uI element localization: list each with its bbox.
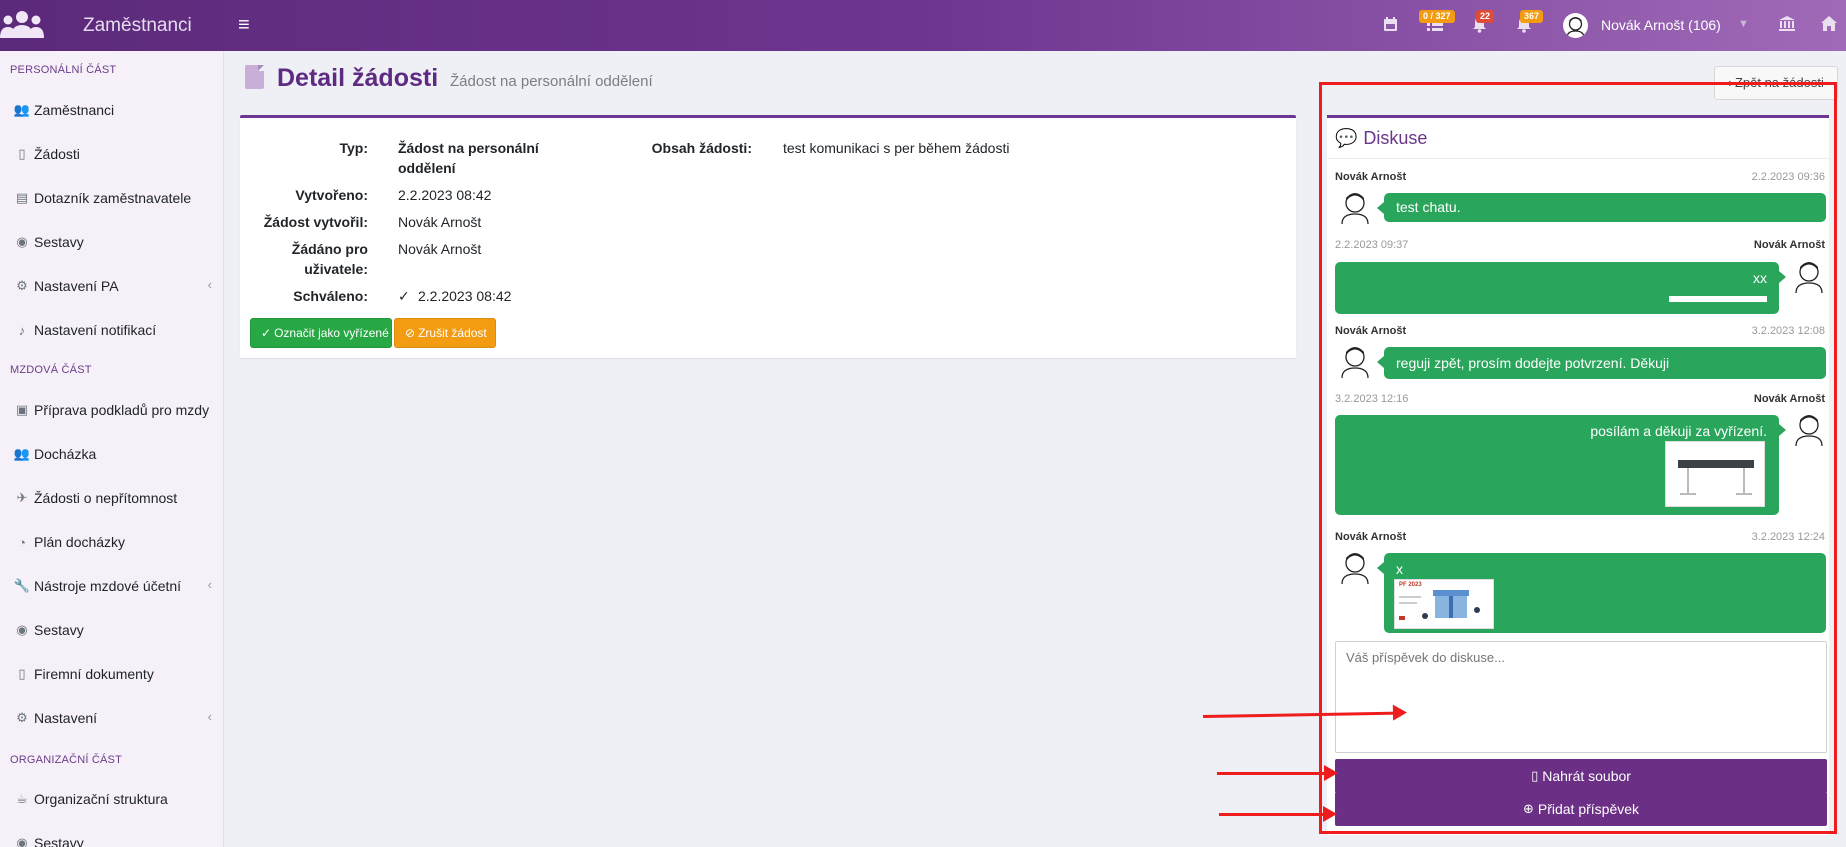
eye-icon: ◉ [16,835,28,847]
cogs-icon: ⚙ [16,710,28,725]
approved-value: 2.2.2023 08:42 [418,288,512,304]
requested-for-label-line2: uživatele: [304,261,368,277]
content-value: test komunikaci s per během žádosti [783,140,1010,156]
clock-icon: ◔ [18,534,26,550]
cancel-request-button[interactable]: ⊘ Zrušit žádost [394,318,496,348]
cancel-request-label: Zrušit žádost [418,326,487,340]
sidebar-item-nastaveni-pa[interactable]: ⚙ Nastavení PA ‹ [12,274,212,298]
chevron-left-icon: ‹ [207,709,212,724]
sidebar-item-label: Zaměstnanci [34,102,115,118]
request-detail-card: Typ: Žádost na personální oddělení Obsah… [240,115,1296,358]
brand-name[interactable]: Zaměstnanci [83,15,192,37]
approved-check-icon: ✓ [398,288,410,304]
coffee-icon: ☕ [16,791,28,806]
sidebar: PERSONÁLNÍ ČÁST 👥 Zaměstnanci ▯ Žádosti ▤ D… [0,51,224,847]
type-label: Typ: [339,140,368,156]
plane-icon: ✈ [16,490,28,505]
file-icon [245,65,264,89]
sidebar-section-org: ORGANIZAČNÍ ČÁST [10,754,122,766]
creator-label: Žádost vytvořil: [263,214,368,230]
alerts-badge: 367 [1520,10,1544,23]
chevron-left-icon: ‹ [207,277,212,292]
sidebar-item-label: Firemní dokumenty [34,666,154,682]
sidebar-item-dochazka[interactable]: 👥 Docházka [12,442,212,466]
sidebar-item-notifikace[interactable]: ♪ Nastavení notifikací [12,318,212,342]
page-subtitle: Žádost na personální oddělení [450,73,653,90]
sidebar-item-sestavy-mzdy[interactable]: ◉ Sestavy [12,618,212,642]
sidebar-item-zamestnanci[interactable]: 👥 Zaměstnanci [12,98,212,122]
sidebar-item-label: Dotazník zaměstnavatele [34,190,192,206]
chevron-left-icon: ‹ [207,577,212,592]
sidebar-section-payroll: MZDOVÁ ČÁST [10,364,92,376]
sidebar-item-label: Nástroje mzdové účetní [34,578,182,594]
sidebar-item-label: Sestavy [34,234,84,250]
file-icon: ▯ [18,666,26,681]
menu-toggle-icon[interactable]: ≡ [238,14,250,37]
institution-icon[interactable] [1778,15,1796,32]
sidebar-item-label: Organizační struktura [34,791,168,807]
created-value: 2.2.2023 08:42 [398,187,492,203]
bell-icon: ♪ [18,322,26,338]
check-icon: ✓ [261,326,272,340]
requested-for-value: Novák Arnošt [398,241,482,257]
sidebar-item-label: Nastavení PA [34,278,119,294]
type-value-line2: oddělení [398,160,456,176]
sidebar-item-nastaveni[interactable]: ⚙ Nastavení ‹ [12,706,212,730]
sidebar-item-nastroje[interactable]: 🔧 Nástroje mzdové účetní ‹ [12,574,212,598]
sidebar-item-sestavy[interactable]: ◉ Sestavy [12,230,212,254]
cogs-icon: ⚙ [16,278,28,293]
type-value-line1: Žádost na personální [398,140,539,156]
page-title: Detail žádosti [277,64,439,92]
sidebar-item-label: Plán docházky [34,534,126,550]
users-icon: 👥 [13,102,31,117]
user-avatar[interactable] [1563,13,1588,38]
annotation-frame [1319,82,1837,834]
sidebar-item-zadosti[interactable]: ▯ Žádosti [12,142,212,166]
mark-resolved-label: Označit jako vyřízené [274,326,389,340]
content-label: Obsah žádosti: [651,140,752,156]
sidebar-item-label: Příprava podkladů pro mzdy [34,402,210,418]
user-name[interactable]: Novák Arnošt (106) [1601,17,1721,33]
tasks-badge: 0 / 327 [1419,10,1455,23]
users-icon: 👥 [13,446,31,461]
sidebar-item-label: Nastavení notifikací [34,322,157,338]
sidebar-item-label: Sestavy [34,835,84,847]
sidebar-item-dokumenty[interactable]: ▯ Firemní dokumenty [12,662,212,686]
ban-icon: ⊘ [405,326,416,340]
annotation-arrow [1217,765,1338,781]
sidebar-item-priprava[interactable]: ▣ Příprava podkladů pro mzdy [12,398,212,422]
approved-label: Schváleno: [293,288,368,304]
money-icon: ▣ [15,402,29,417]
sidebar-item-sestavy-org[interactable]: ◉ Sestavy [12,831,212,847]
sidebar-item-plan[interactable]: ◔ Plán docházky [12,530,212,554]
sidebar-item-dotaznik[interactable]: ▤ Dotazník zaměstnavatele [12,186,212,210]
top-navbar: Zaměstnanci ≡ 0 / 327 22 367 Novák Arnoš… [0,0,1846,51]
sidebar-item-org-struktura[interactable]: ☕ Organizační struktura [12,787,212,811]
sidebar-section-personal: PERSONÁLNÍ ČÁST [10,64,117,76]
home-icon[interactable] [1820,15,1838,32]
creator-value: Novák Arnošt [398,214,482,230]
user-caret-icon[interactable]: ▼ [1738,18,1749,30]
sidebar-item-label: Žádosti [34,146,80,162]
sidebar-item-label: Žádosti o nepřítomnost [34,490,178,506]
file-icon: ▯ [18,146,26,161]
sidebar-item-label: Sestavy [34,622,84,638]
calendar-icon[interactable] [1383,16,1398,32]
mark-resolved-button[interactable]: ✓ Označit jako vyřízené [250,318,392,348]
wrench-icon: 🔧 [13,578,31,593]
eye-icon: ◉ [16,622,28,637]
requested-for-label-line1: Žádáno pro [291,241,368,257]
users-logo-icon[interactable] [0,8,44,42]
sidebar-item-label: Docházka [34,446,97,462]
eye-icon: ◉ [16,234,28,249]
clipboard-icon: ▤ [15,190,29,205]
sidebar-item-nepritomnost[interactable]: ✈ Žádosti o nepřítomnost [12,486,212,510]
created-label: Vytvořeno: [295,187,368,203]
bell-badge: 22 [1476,10,1495,23]
annotation-arrow [1219,806,1337,822]
sidebar-item-label: Nastavení [34,710,98,726]
